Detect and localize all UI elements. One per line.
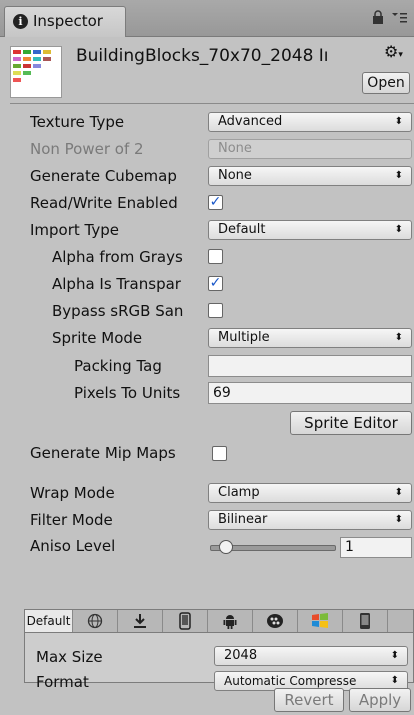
updown-arrows-icon: ⬍ [394,116,403,127]
bypass-srgb-checkbox[interactable] [208,303,223,318]
aniso-level-slider-thumb[interactable] [218,540,233,554]
apply-button[interactable]: Apply [349,688,411,712]
packing-tag-input[interactable] [208,355,412,377]
generate-mip-maps-checkbox[interactable] [212,446,227,461]
max-size-value: 2048 [224,648,258,663]
import-type-value: Default [218,222,266,237]
platform-tab-windows-phone[interactable] [343,610,388,632]
wrap-mode-dropdown[interactable]: Clamp ⬍ [208,483,412,503]
menu-icon[interactable] [390,10,408,24]
updown-arrows-icon: ⬍ [394,487,403,498]
generate-cubemap-label: Generate Cubemap [30,167,177,185]
texture-type-label: Texture Type [30,113,125,131]
non-power-of-2-dropdown: None [208,139,412,159]
alpha-is-transparency-checkbox[interactable]: ✓ [208,276,223,291]
texture-type-dropdown[interactable]: Advanced ⬍ [208,112,412,132]
inspector-tab[interactable]: i Inspector [4,6,126,37]
platform-tab-ios[interactable] [163,610,208,632]
updown-arrows-icon: ⬍ [394,514,403,525]
sprite-mode-value: Multiple [218,330,270,345]
platform-tab-windows-store[interactable] [298,610,343,632]
lock-icon[interactable] [372,10,384,24]
filter-mode-label: Filter Mode [30,511,113,529]
alpha-from-grays-checkbox[interactable] [208,249,223,264]
sprite-mode-dropdown[interactable]: Multiple ⬍ [208,328,412,348]
alpha-is-transparency-label: Alpha Is Transpar [52,275,181,293]
format-value: Automatic Compresse [224,674,357,688]
import-type-dropdown[interactable]: Default ⬍ [208,220,412,240]
non-power-of-2-label: Non Power of 2 [30,140,144,158]
globe-icon [87,613,103,629]
platform-tab-android[interactable] [208,610,253,632]
max-size-label: Max Size [36,648,103,666]
inspector-tab-bar: i Inspector [0,0,414,37]
filter-mode-dropdown[interactable]: Bilinear ⬍ [208,510,412,530]
wrap-mode-label: Wrap Mode [30,484,115,502]
pixels-to-units-input[interactable]: 69 [208,382,412,404]
generate-mip-maps-label: Generate Mip Maps [30,444,176,462]
read-write-checkbox[interactable]: ✓ [208,195,223,210]
alpha-from-grays-label: Alpha from Grays [52,248,183,266]
platform-tab-standalone[interactable] [118,610,163,632]
generate-cubemap-dropdown[interactable]: None ⬍ [208,166,412,186]
updown-arrows-icon: ⬍ [394,332,403,343]
generate-cubemap-value: None [218,168,252,183]
blackberry-icon [267,614,283,628]
asset-name: BuildingBlocks_70x70_2048 Iı [76,46,329,66]
info-icon: i [13,14,28,29]
texture-type-value: Advanced [218,114,283,129]
header-divider [10,103,414,104]
open-button[interactable]: Open [362,72,410,94]
gear-icon[interactable]: ⚙▾ [384,42,403,61]
read-write-label: Read/Write Enabled [30,194,178,212]
platform-tabs: Default [24,609,414,633]
android-icon [223,615,237,629]
platform-tab-default[interactable]: Default [25,610,73,632]
phone-icon [179,612,191,630]
download-icon [134,614,146,628]
non-power-of-2-value: None [218,141,252,156]
platform-tab-web[interactable] [73,610,118,632]
texture-thumbnail [10,46,62,98]
windows-flag-icon [312,613,328,628]
inspector-tab-title: Inspector [33,12,103,30]
bypass-srgb-label: Bypass sRGB San [52,302,184,320]
windows-phone-icon [360,613,370,629]
sprite-mode-label: Sprite Mode [52,329,143,347]
aniso-level-input[interactable]: 1 [340,537,412,558]
platform-tab-blackberry[interactable] [253,610,298,632]
updown-arrows-icon: ⬍ [390,650,399,661]
updown-arrows-icon: ⬍ [394,224,403,235]
filter-mode-value: Bilinear [218,512,268,527]
wrap-mode-value: Clamp [218,485,260,500]
pixels-to-units-label: Pixels To Units [74,384,181,402]
aniso-level-label: Aniso Level [30,537,116,555]
format-label: Format [36,673,89,691]
packing-tag-label: Packing Tag [74,357,162,375]
revert-button[interactable]: Revert [274,688,344,712]
sprite-editor-button[interactable]: Sprite Editor [290,411,412,435]
import-type-label: Import Type [30,221,120,239]
max-size-dropdown[interactable]: 2048 ⬍ [214,646,408,666]
updown-arrows-icon: ⬍ [394,170,403,181]
